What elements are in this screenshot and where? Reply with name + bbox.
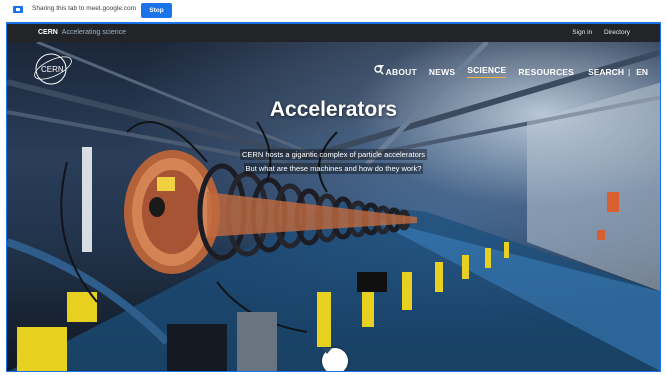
main-navigation: ABOUT NEWS SCIENCE RESOURCES SEARCH | EN (373, 65, 648, 78)
nav-news[interactable]: NEWS (429, 67, 455, 77)
hero-subtitle-1-text: CERN hosts a gigantic complex of particl… (240, 149, 427, 160)
chevron-down-icon (377, 65, 384, 69)
sharing-message: Sharing this tab to meet.google.com (32, 5, 137, 12)
cern-brand-name: CERN (38, 29, 58, 36)
hero-banner: CERN ABOUT NEWS SCIENCE RESOURCES SEARCH… (7, 42, 660, 371)
cern-logo[interactable]: CERN (31, 50, 75, 90)
language-label: EN (636, 66, 648, 77)
nav-science[interactable]: SCIENCE (467, 65, 507, 78)
language-selector[interactable]: EN (377, 65, 648, 77)
search-label: SEARCH (588, 66, 624, 77)
svg-text:CERN: CERN (41, 65, 64, 74)
hero-subtitle-2-text: But what are these machines and how do t… (243, 163, 424, 174)
directory-link[interactable]: Directory (604, 29, 630, 36)
hero-subtitle-1: CERN hosts a gigantic complex of particl… (7, 149, 660, 160)
sign-in-link[interactable]: Sign in (572, 29, 592, 36)
search-button[interactable]: SEARCH (373, 65, 624, 77)
screen-share-icon (13, 6, 23, 13)
tab-sharing-bar: Sharing this tab to meet.google.com Stop (0, 0, 667, 22)
nav-about[interactable]: ABOUT (386, 67, 417, 77)
stop-sharing-button[interactable]: Stop (141, 3, 172, 18)
nav-resources[interactable]: RESOURCES (518, 67, 574, 77)
chevron-down-icon (322, 348, 332, 354)
nav-separator: | (627, 66, 631, 77)
account-links: Sign in Directory (562, 29, 630, 36)
cern-top-strip: CERN Accelerating science Sign in Direct… (7, 24, 660, 42)
scroll-down-button[interactable] (322, 348, 348, 371)
accelerator-tunnel-image (7, 42, 660, 371)
cern-tagline: Accelerating science (61, 29, 126, 36)
cern-brand[interactable]: CERN Accelerating science (38, 29, 126, 36)
hero-subtitle-2: But what are these machines and how do t… (7, 163, 660, 174)
browser-viewport: CERN Accelerating science Sign in Direct… (6, 22, 661, 372)
page-title: Accelerators (269, 98, 398, 121)
